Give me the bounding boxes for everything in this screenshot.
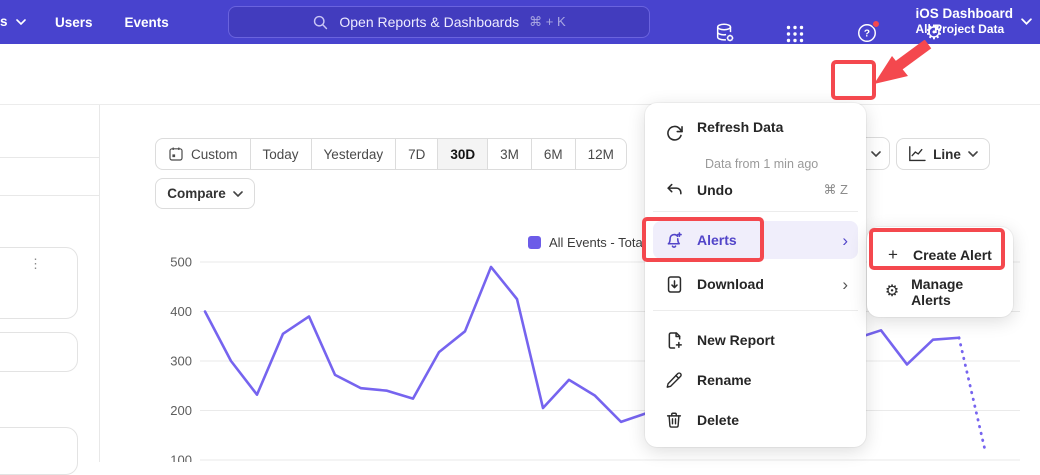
menu-item-label: Rename xyxy=(697,372,751,388)
plus-icon: + xyxy=(884,245,902,265)
menu-item-delete[interactable]: Delete xyxy=(653,401,858,439)
menu-item-subtitle: Data from 1 min ago xyxy=(705,157,818,171)
svg-text:400: 400 xyxy=(170,304,192,319)
gear-icon: ⚙ xyxy=(884,284,900,300)
svg-text:200: 200 xyxy=(170,403,192,418)
chevron-right-icon: › xyxy=(842,276,848,293)
sidebar-card[interactable] xyxy=(0,427,78,475)
chart-type-label: Line xyxy=(933,147,961,162)
refresh-icon xyxy=(663,122,685,144)
nav-item-events[interactable]: Events xyxy=(125,15,169,30)
svg-text:100: 100 xyxy=(170,453,192,463)
date-range-6m[interactable]: 6M xyxy=(531,139,575,169)
new-report-icon xyxy=(663,329,685,351)
menu-divider xyxy=(653,211,858,212)
date-range-custom[interactable]: Custom xyxy=(156,139,250,169)
report-header xyxy=(0,44,1040,105)
alerts-submenu: + Create Alert ⚙ Manage Alerts xyxy=(867,227,1013,317)
sidebar-card[interactable] xyxy=(0,332,78,372)
nav-item-partial[interactable]: s xyxy=(0,14,26,29)
menu-item-refresh-data[interactable]: Refresh Data Data from 1 min ago xyxy=(653,115,858,161)
date-range-7d[interactable]: 7D xyxy=(395,139,437,169)
menu-item-label: Alerts xyxy=(697,232,737,248)
menu-item-undo[interactable]: Undo ⌘ Z xyxy=(653,171,858,209)
submenu-item-manage-alerts[interactable]: ⚙ Manage Alerts xyxy=(875,275,1005,309)
menu-item-rename[interactable]: Rename xyxy=(653,361,858,399)
apps-grid-icon[interactable] xyxy=(784,23,806,45)
more-options-menu: Refresh Data Data from 1 min ago Undo ⌘ … xyxy=(645,103,866,447)
date-range-segmented-control: CustomTodayYesterday7D30D3M6M12M xyxy=(155,138,627,170)
data-management-icon[interactable] xyxy=(714,22,736,44)
calendar-icon xyxy=(168,146,184,162)
kebab-menu-icon[interactable]: ⋮ xyxy=(29,260,42,267)
left-sidebar: ⋮ xyxy=(0,105,100,462)
date-range-3m[interactable]: 3M xyxy=(487,139,531,169)
date-range-12m[interactable]: 12M xyxy=(575,139,626,169)
menu-divider xyxy=(653,310,858,311)
date-range-yesterday[interactable]: Yesterday xyxy=(311,139,396,169)
undo-icon xyxy=(663,179,685,201)
search-placeholder: Open Reports & Dashboards xyxy=(339,14,519,30)
search-input[interactable]: Open Reports & Dashboards ⌘ + K xyxy=(228,6,650,38)
alert-bell-icon xyxy=(663,229,685,251)
nav-partial-label: s xyxy=(0,14,8,29)
chevron-down-icon xyxy=(233,191,243,197)
chart-type-button[interactable]: Line xyxy=(896,138,990,170)
project-name: iOS Dashboard xyxy=(915,5,1013,22)
svg-text:?: ? xyxy=(864,29,870,40)
compare-label: Compare xyxy=(167,186,226,201)
legend-color-swatch xyxy=(528,236,541,249)
search-shortcut: ⌘ + K xyxy=(529,14,566,30)
menu-item-label: New Report xyxy=(697,332,775,348)
legend-label: All Events - Total xyxy=(549,235,646,250)
svg-text:500: 500 xyxy=(170,255,192,270)
sidebar-card[interactable]: ⋮ xyxy=(0,247,78,319)
menu-item-label: Refresh Data xyxy=(697,119,783,135)
date-range-30d[interactable]: 30D xyxy=(437,139,487,169)
svg-text:300: 300 xyxy=(170,354,192,369)
line-chart-icon xyxy=(908,146,926,162)
trash-icon xyxy=(663,409,685,431)
chevron-down-icon xyxy=(1021,18,1032,25)
project-scope: All Project Data xyxy=(915,22,1013,37)
date-range-today[interactable]: Today xyxy=(250,139,311,169)
pencil-icon xyxy=(663,369,685,391)
menu-item-download[interactable]: Download › xyxy=(653,265,858,303)
submenu-item-label: Manage Alerts xyxy=(911,276,996,308)
chevron-right-icon: › xyxy=(842,232,848,249)
submenu-item-label: Create Alert xyxy=(913,247,992,263)
download-icon xyxy=(663,273,685,295)
nav-item-users[interactable]: Users xyxy=(55,15,93,30)
notification-dot xyxy=(872,20,880,28)
chevron-down-icon xyxy=(968,151,978,157)
help-icon[interactable]: ? xyxy=(856,22,878,44)
search-icon xyxy=(312,14,329,31)
project-selector[interactable]: iOS Dashboard All Project Data xyxy=(915,5,1032,37)
menu-item-shortcut: ⌘ Z xyxy=(823,182,848,198)
menu-item-label: Undo xyxy=(697,182,733,198)
menu-item-label: Delete xyxy=(697,412,739,428)
sidebar-divider xyxy=(0,195,99,196)
chart-legend[interactable]: All Events - Total xyxy=(528,235,646,250)
menu-item-alerts[interactable]: Alerts › xyxy=(653,221,858,259)
chevron-down-icon xyxy=(16,19,26,25)
menu-item-new-report[interactable]: New Report xyxy=(653,321,858,359)
submenu-item-create-alert[interactable]: + Create Alert xyxy=(875,237,1005,273)
sidebar-divider xyxy=(0,157,99,158)
menu-item-label: Download xyxy=(697,276,764,292)
top-nav: s Users Events Open Reports & Dashboards… xyxy=(0,0,1040,44)
compare-button[interactable]: Compare xyxy=(155,178,255,209)
chevron-down-icon xyxy=(871,151,881,157)
